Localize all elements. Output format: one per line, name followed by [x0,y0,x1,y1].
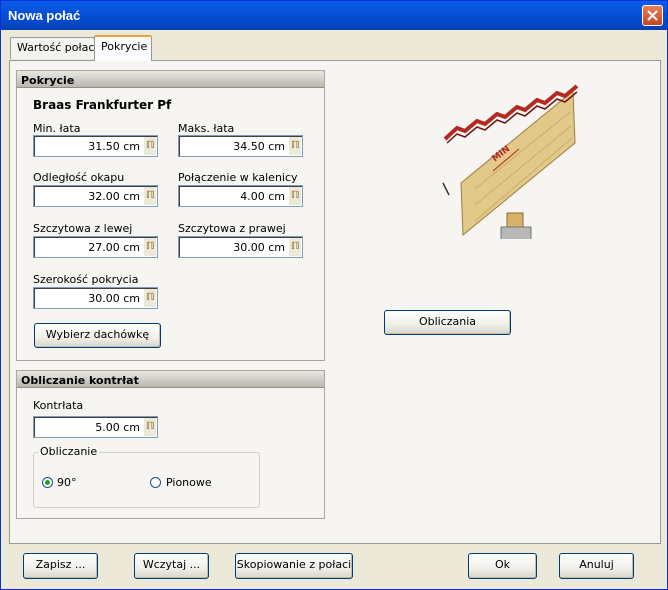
close-button[interactable] [642,5,663,26]
covering-width-field[interactable]: 30.00 cm ℿ [33,287,158,309]
ridge-joint-field[interactable]: 4.00 cm ℿ [178,185,303,207]
radio-vertical[interactable] [150,477,161,488]
eave-distance-field[interactable]: 32.00 cm ℿ [33,185,158,207]
ridge-joint-value: 4.00 cm [240,190,285,203]
min-lath-field[interactable]: 31.50 cm ℿ [33,135,158,157]
ok-button[interactable]: Ok [468,553,537,579]
radio-90-label: 90° [57,476,77,489]
counter-lath-group-header: Obliczanie kontrłat [17,371,324,388]
gable-left-label: Szczytowa z lewej [33,222,133,235]
max-lath-value: 34.50 cm [233,140,285,153]
unit-spinner-icon[interactable]: ℿ [289,137,301,155]
unit-spinner-icon[interactable]: ℿ [144,137,156,155]
max-lath-label: Maks. łata [178,122,235,135]
min-lath-value: 31.50 cm [88,140,140,153]
load-button[interactable]: Wczytaj ... [134,553,209,579]
tab-covering[interactable]: Pokrycie [94,35,152,61]
min-lath-label: Min. łata [33,122,81,135]
radio-vertical-label: Pionowe [166,476,212,489]
eave-distance-label: Odległość okapu [33,171,125,184]
choose-tile-button[interactable]: Wybierz dachówkę [34,323,161,348]
covering-width-label: Szerokość pokrycia [33,273,139,286]
unit-spinner-icon[interactable]: ℿ [144,289,156,307]
covering-group-header: Pokrycie [17,71,324,88]
counter-lath-group: Obliczanie kontrłat Kontrłata 5.00 cm ℿ … [16,370,325,519]
gable-right-value: 30.00 cm [233,241,285,254]
title-bar[interactable]: Nowa połać [1,1,667,30]
dialog-window: Nowa połać Wartość połaci Pokrycie Pokry… [0,0,668,590]
unit-spinner-icon[interactable]: ℿ [144,238,156,256]
calculate-button[interactable]: Obliczania [384,310,511,335]
close-icon [647,10,658,21]
cancel-button[interactable]: Anuluj [559,553,634,579]
copy-from-roof-button[interactable]: Skopiowanie z połaci [235,553,353,579]
counter-lath-value: 5.00 cm [95,421,140,434]
unit-spinner-icon[interactable]: ℿ [289,238,301,256]
covering-width-value: 30.00 cm [88,292,140,305]
counter-lath-label: Kontrłata [33,399,84,412]
gable-left-field[interactable]: 27.00 cm ℿ [33,236,158,258]
tab-panel: Pokrycie Braas Frankfurter Pf Min. łata … [9,60,661,544]
unit-spinner-icon[interactable]: ℿ [289,187,301,205]
radio-90-degrees[interactable] [42,477,53,488]
covering-group: Pokrycie Braas Frankfurter Pf Min. łata … [16,70,325,361]
counter-lath-field[interactable]: 5.00 cm ℿ [33,416,158,438]
ridge-joint-label: Połączenie w kalenicy [178,171,298,184]
max-lath-field[interactable]: 34.50 cm ℿ [178,135,303,157]
tile-product-name: Braas Frankfurter Pf [33,98,172,112]
calculation-options: Obliczanie 90° Pionowe [33,445,260,508]
tab-roof-value[interactable]: Wartość połaci [10,37,97,59]
unit-spinner-icon[interactable]: ℿ [144,187,156,205]
gable-right-label: Szczytowa z prawej [178,222,286,235]
window-title: Nowa połać [8,8,81,23]
eave-distance-value: 32.00 cm [88,190,140,203]
roof-section-diagram: MIN [442,84,579,239]
gable-right-field[interactable]: 30.00 cm ℿ [178,236,303,258]
unit-spinner-icon[interactable]: ℿ [144,418,156,436]
calculation-legend: Obliczanie [38,445,100,458]
save-button[interactable]: Zapisz ... [23,553,98,579]
gable-left-value: 27.00 cm [88,241,140,254]
